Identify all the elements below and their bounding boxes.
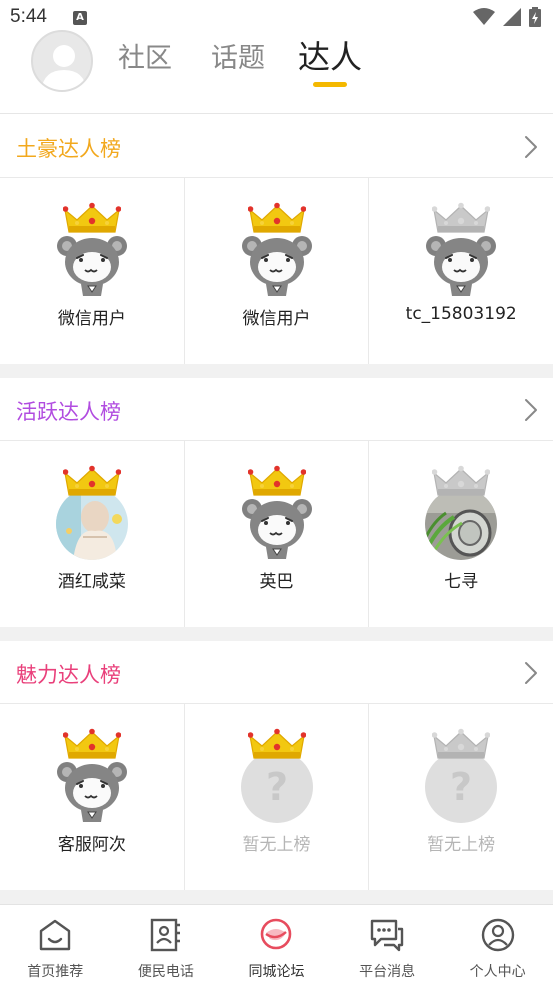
gold-crown-icon — [62, 728, 122, 760]
forum-icon — [261, 918, 292, 950]
ranking-user-name: 微信用户 — [57, 309, 126, 329]
ranking-cards: 微信用户 微信用户 tc_15803192 — [0, 178, 553, 364]
nav-home[interactable]: 首页推荐 — [0, 905, 111, 984]
section-divider — [0, 890, 553, 904]
gold-crown-icon — [247, 728, 306, 760]
ranking-user-card[interactable]: 微信用户 — [0, 178, 185, 364]
ranking-user-name: 暂无上榜 — [427, 835, 496, 855]
ranking-user-card: ? 暂无上榜 — [185, 704, 370, 890]
default-avatar-icon — [41, 45, 87, 90]
ranking-user-card[interactable]: 英巴 — [185, 441, 370, 627]
ranking-user-name: 英巴 — [259, 572, 294, 592]
ranking-section: 魅力达人榜 客服阿次? 暂无上榜? 暂无上榜 — [0, 641, 553, 891]
ranking-user-card: ? 暂无上榜 — [369, 704, 553, 890]
user-icon — [481, 918, 514, 952]
gold-crown-icon — [62, 202, 122, 234]
gold-crown-icon — [62, 465, 122, 497]
svg-text:?: ? — [450, 765, 472, 809]
ranking-section-title: 魅力达人榜 — [16, 663, 121, 687]
message-icon — [370, 919, 404, 952]
user-avatar — [424, 487, 498, 561]
gold-crown-icon — [247, 202, 306, 234]
nav-phone-label: 便民电话 — [137, 964, 194, 980]
chevron-right-icon[interactable] — [523, 661, 539, 685]
silver-crown-icon — [431, 465, 491, 497]
ranking-section: 土豪达人榜微信用户 微信用户 tc_15803192 — [0, 115, 553, 365]
nav-profile[interactable]: 个人中心 — [442, 905, 553, 984]
ranking-user-name: 暂无上榜 — [242, 835, 311, 855]
empty-avatar-icon: ? — [240, 750, 314, 824]
bottom-nav: 首页推荐 便民电话 同城论坛 平台消息 个人中心 — [0, 904, 553, 984]
ranking-user-card[interactable]: 七寻 — [369, 441, 553, 627]
nav-message[interactable]: 平台消息 — [332, 905, 443, 984]
chevron-right-icon[interactable] — [523, 135, 539, 159]
ranking-user-name: 七寻 — [444, 572, 479, 592]
active-tab-indicator — [313, 82, 347, 87]
ranking-user-card[interactable]: tc_15803192 — [369, 178, 553, 364]
ranking-section-header[interactable]: 土豪达人榜 — [0, 115, 553, 178]
user-avatar — [55, 750, 129, 824]
user-avatar — [240, 224, 314, 298]
svg-text:?: ? — [265, 765, 287, 809]
section-divider — [0, 627, 553, 641]
empty-avatar-icon: ? — [424, 750, 498, 824]
tab-topic[interactable]: 话题 — [211, 36, 265, 75]
ranking-user-name: 客服阿次 — [57, 835, 126, 855]
ranking-section: 活跃达人榜酒红咸菜 英巴 七寻 — [0, 378, 553, 628]
tab-expert[interactable]: 达人 — [298, 32, 362, 78]
nav-phone[interactable]: 便民电话 — [111, 905, 222, 984]
ranking-section-title: 土豪达人榜 — [16, 137, 121, 161]
notification-icon: A — [73, 11, 87, 25]
nav-forum[interactable]: 同城论坛 — [221, 905, 332, 984]
ranking-section-header[interactable]: 活跃达人榜 — [0, 378, 553, 441]
contact-card-icon — [150, 918, 180, 952]
ranking-cards: 客服阿次? 暂无上榜? 暂无上榜 — [0, 704, 553, 890]
ranking-user-card[interactable]: 客服阿次 — [0, 704, 185, 890]
ranking-user-card[interactable]: 酒红咸菜 — [0, 441, 185, 627]
gold-crown-icon — [247, 465, 306, 497]
nav-forum-label: 同城论坛 — [248, 964, 305, 980]
silver-crown-icon — [431, 728, 491, 760]
top-header: 社区 话题 达人 — [0, 24, 553, 114]
user-avatar — [424, 224, 498, 298]
section-divider — [0, 364, 553, 378]
ranking-user-card[interactable]: 微信用户 — [185, 178, 370, 364]
nav-home-label: 首页推荐 — [27, 964, 84, 980]
nav-profile-label: 个人中心 — [469, 964, 526, 980]
home-icon — [40, 919, 71, 951]
nav-message-label: 平台消息 — [359, 964, 416, 980]
user-avatar — [55, 224, 129, 298]
ranking-user-name: 酒红咸菜 — [57, 572, 126, 592]
ranking-user-name: tc_15803192 — [405, 304, 517, 324]
silver-crown-icon — [431, 202, 491, 234]
ranking-section-title: 活跃达人榜 — [16, 400, 121, 424]
ranking-section-header[interactable]: 魅力达人榜 — [0, 641, 553, 704]
ranking-user-name: 微信用户 — [242, 309, 311, 329]
ranking-cards: 酒红咸菜 英巴 七寻 — [0, 441, 553, 627]
chevron-right-icon[interactable] — [523, 398, 539, 422]
user-avatar — [55, 487, 129, 561]
user-avatar — [240, 487, 314, 561]
user-avatar[interactable] — [31, 30, 93, 92]
tab-community[interactable]: 社区 — [118, 36, 172, 75]
